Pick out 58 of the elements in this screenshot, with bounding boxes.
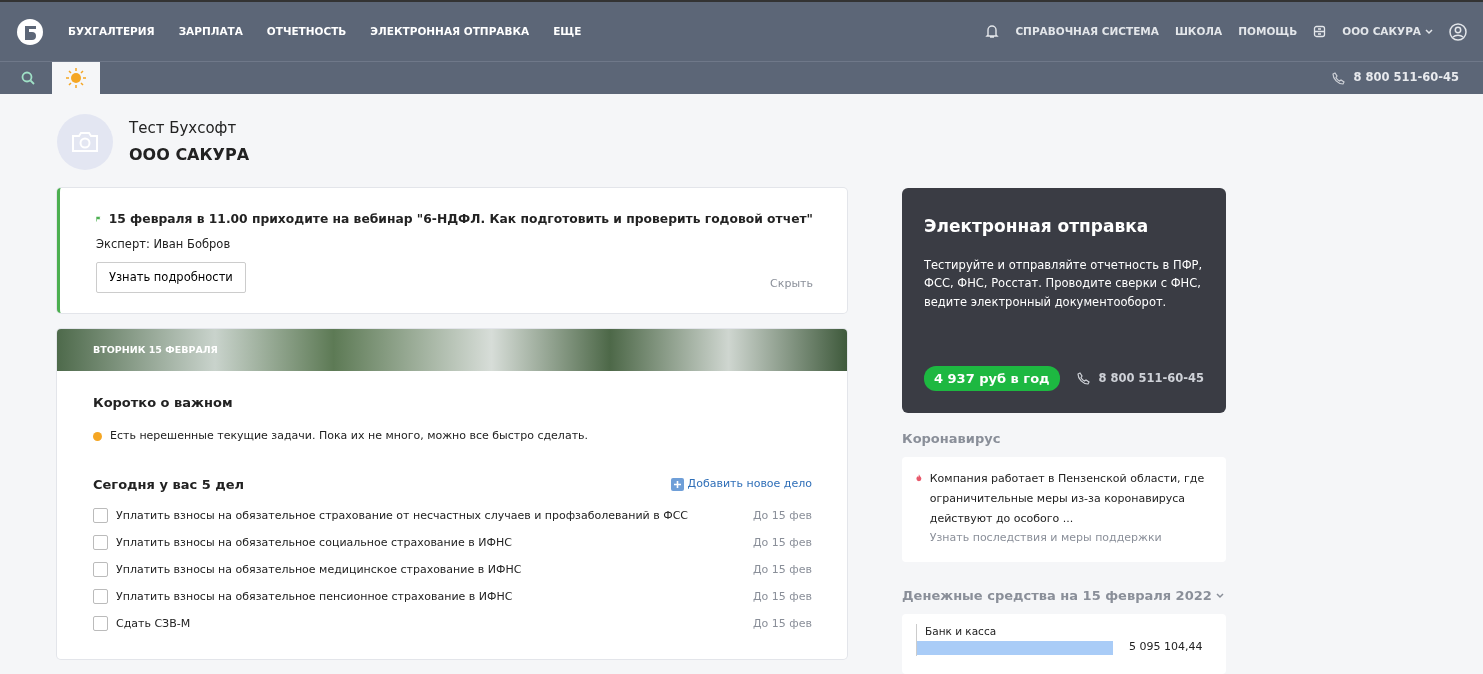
section-heading[interactable]: Денежные средства на 15 февраля 2022 — [902, 586, 1212, 606]
phone-icon — [1332, 71, 1346, 85]
notice-text: Есть нерешенные текущие задачи. Пока их не много, можно все быстро сделать. — [110, 428, 589, 445]
section-heading: Коронавирус — [902, 430, 1002, 448]
logo-icon[interactable] — [16, 17, 44, 46]
due-date: До 15 фев — [753, 507, 812, 524]
company-name: ООО САКУРА — [129, 144, 250, 167]
checkbox[interactable] — [93, 562, 108, 578]
corona-text: Компания работает в Пензенской области, где ограничительные меры из-за коронавируса действуют до особого ... — [929, 470, 1206, 528]
checkbox[interactable] — [93, 616, 108, 632]
webinar-title: 15 февраля в 11.00 приходите на вебинар "6-НДФЛ. Как подготовить и проверить годовой отчет" — [108, 211, 813, 228]
phone-icon — [1077, 371, 1091, 385]
hide-link[interactable]: Скрыть — [770, 276, 813, 293]
checkbox[interactable] — [93, 589, 108, 605]
task-text: Уплатить взносы на обязательное страхование от несчастных случаев и профзаболеваний в ФСС — [116, 507, 689, 524]
phone-number: 8 800 511-60-45 — [1098, 369, 1204, 387]
sun-tab[interactable] — [52, 62, 100, 94]
task-text: Уплатить взносы на обязательное пенсионное страхование в ИФНС — [116, 588, 513, 605]
nav-link[interactable]: ОТЧЕТНОСТЬ — [266, 23, 347, 40]
account-label: Банк и касса — [924, 623, 998, 639]
account-menu[interactable]: ООО САКУРА — [1342, 23, 1421, 40]
camera-icon — [71, 131, 99, 153]
nav-link[interactable]: ШКОЛА — [1174, 23, 1223, 40]
balance-amount: 5 095 104,44 — [1129, 639, 1203, 656]
due-date: До 15 фев — [753, 534, 812, 551]
chevron-down-icon[interactable] — [1215, 592, 1224, 599]
task-text: Сдать СЗВ-М — [116, 615, 191, 632]
search-icon — [21, 71, 35, 85]
archive-icon[interactable] — [1313, 25, 1327, 38]
promo-text: Тестируйте и отправляйте отчетность в ПФР, ФСС, ФНС, Росстат. Проводите сверки с ФНС, ведите электронный документооборот. — [924, 256, 1204, 312]
nav-link[interactable]: ПОМОЩЬ — [1238, 23, 1298, 40]
phone-number: 8 800 511-60-45 — [1353, 69, 1459, 87]
webinar-expert: Эксперт: Иван Бобров — [96, 236, 232, 254]
due-date: До 15 фев — [753, 615, 812, 632]
task-text: Уплатить взносы на обязательное медицинское страхование в ИФНС — [116, 561, 522, 578]
due-date: До 15 фев — [753, 588, 812, 605]
promo-title: Электронная отправка — [924, 215, 1150, 238]
sun-icon — [66, 68, 86, 88]
nav-link[interactable]: СПРАВОЧНАЯ СИСТЕМА — [1015, 23, 1159, 40]
checkbox[interactable] — [93, 508, 108, 524]
nav-link[interactable]: БУХГАЛТЕРИЯ — [68, 23, 155, 40]
task-text: Уплатить взносы на обязательное социальное страхование в ИФНС — [116, 534, 512, 551]
user-name: Тест Бухсофт — [129, 117, 238, 139]
price-tag[interactable]: 4 937 руб в год — [924, 365, 1060, 391]
plus-icon[interactable] — [670, 478, 684, 492]
details-button[interactable]: Узнать подробности — [96, 261, 246, 293]
bell-icon[interactable] — [985, 24, 1000, 39]
nav-link[interactable]: ЗАРПЛАТА — [178, 23, 243, 40]
checkbox[interactable] — [93, 535, 108, 551]
nav-link[interactable]: ЭЛЕКТРОННАЯ ОТПРАВКА — [370, 23, 530, 40]
section-heading: Коротко о важном — [93, 393, 234, 412]
support-link[interactable]: Узнать последствия и меры поддержки — [929, 530, 1162, 544]
nav-link[interactable]: ЕЩЕ — [553, 23, 582, 40]
section-heading: Сегодня у вас 5 дел — [93, 475, 245, 494]
add-task-link[interactable]: Добавить новое дело — [670, 476, 812, 493]
user-icon[interactable] — [1449, 22, 1467, 41]
date-banner: ВТОРНИК 15 ФЕВРАЛЯ — [57, 328, 847, 371]
due-date: До 15 фев — [753, 561, 812, 578]
